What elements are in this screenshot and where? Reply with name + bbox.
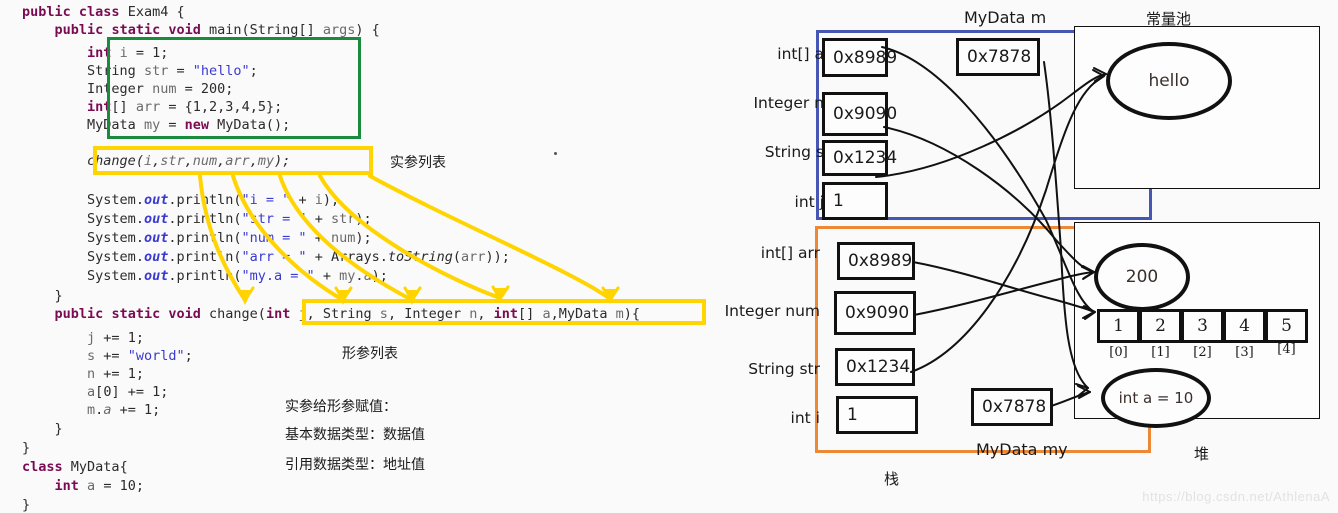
code-line-23: class MyData{ (22, 459, 128, 475)
stray-dot (554, 152, 557, 155)
array-index-1: [1] (1151, 345, 1170, 360)
array-cell-2: 3 (1181, 309, 1224, 343)
assign-title-label: 实参给形参赋值： (285, 399, 397, 415)
code-line-22: } (22, 440, 31, 456)
integer-200-object: 200 (1094, 243, 1190, 311)
array-cell-0: 1 (1097, 309, 1140, 343)
constant-pool-title: 常量池 (1146, 10, 1192, 28)
mydata-object: int a = 10 (1101, 368, 1211, 428)
slot-value-arr: 0x8989 (837, 242, 915, 280)
code-line-13: System.out.println("my.a = " + my.a); (87, 268, 388, 284)
code-line-20: m.a += 1; (87, 402, 161, 418)
code-line-18: n += 1; (87, 366, 144, 382)
code-line-2: public static void main(String[] args) { (54, 22, 380, 38)
code-line-11: System.out.println("num = " + num); (87, 230, 372, 246)
code-line-19: a[0] += 1; (87, 384, 169, 400)
slot-label-s: String s (764, 143, 824, 161)
screenshot-root: public class Exam4 { public static void … (0, 0, 1338, 513)
assign-reference-label: 引用数据类型：地址值 (285, 457, 425, 473)
code-line-1: public class Exam4 { (22, 4, 185, 20)
stack-frame-main-title: MyData my (976, 440, 1068, 459)
slot-value-i: 1 (836, 396, 918, 434)
string-hello-object: hello (1106, 42, 1232, 120)
site-watermark: https://blog.csdn.net/AthlenaA (1142, 489, 1330, 504)
code-panel: public class Exam4 { public static void … (0, 0, 716, 513)
code-line-17: s += "world"; (87, 348, 193, 364)
stack-region-label: 栈 (884, 470, 900, 488)
slot-value-num: 0x9090 (834, 291, 916, 335)
slot-value-s: 0x1234 (822, 140, 897, 176)
array-index-3: [3] (1235, 345, 1254, 360)
formal-params-highlight-box (302, 299, 706, 325)
code-line-12: System.out.println("arr = " + Arrays.toS… (87, 249, 510, 265)
code-line-21: } (22, 421, 63, 437)
slot-label-i: int i (790, 409, 820, 427)
array-cell-3: 4 (1223, 309, 1266, 343)
slot-value-my: 0x7878 (971, 388, 1053, 426)
array-index-4: [4] (1277, 342, 1296, 357)
code-line-24: int a = 10; (54, 478, 144, 494)
assign-primitive-label: 基本数据类型：数据值 (285, 427, 425, 443)
code-line-14: } (22, 288, 63, 304)
stack-frame-change-title: MyData m (964, 8, 1047, 27)
slot-value-n: 0x9090 (822, 92, 897, 136)
array-index-0: [0] (1109, 345, 1128, 360)
heap-region-label: 堆 (1194, 445, 1210, 463)
array-index-2: [2] (1193, 345, 1212, 360)
actual-args-highlight-box (93, 146, 373, 175)
slot-label-a: int[] a (777, 45, 824, 63)
declaration-highlight-box (107, 37, 361, 139)
slot-label-num: Integer num (724, 302, 820, 320)
formal-params-label: 形参列表 (342, 346, 398, 362)
slot-value-str: 0x1234 (835, 348, 915, 386)
code-line-10: System.out.println("str = " + str); (87, 211, 372, 227)
slot-value-a: 0x8989 (822, 38, 897, 77)
slot-label-str: String str (748, 360, 820, 378)
slot-label-n: Integer n (753, 94, 824, 112)
slot-value-j: 1 (822, 182, 888, 220)
slot-label-j: int j (794, 193, 824, 211)
code-line-25: } (22, 497, 31, 513)
memory-diagram: MyData m int[] a Integer n String s int … (716, 0, 1338, 510)
slot-value-m: 0x7878 (956, 38, 1040, 76)
slot-label-arr: int[] arr (760, 244, 820, 262)
actual-args-label: 实参列表 (390, 155, 446, 171)
code-line-9: System.out.println("i = " + i); (87, 192, 340, 208)
array-cell-4: 5 (1265, 309, 1308, 343)
array-cell-1: 2 (1139, 309, 1182, 343)
code-line-16: j += 1; (87, 330, 144, 346)
